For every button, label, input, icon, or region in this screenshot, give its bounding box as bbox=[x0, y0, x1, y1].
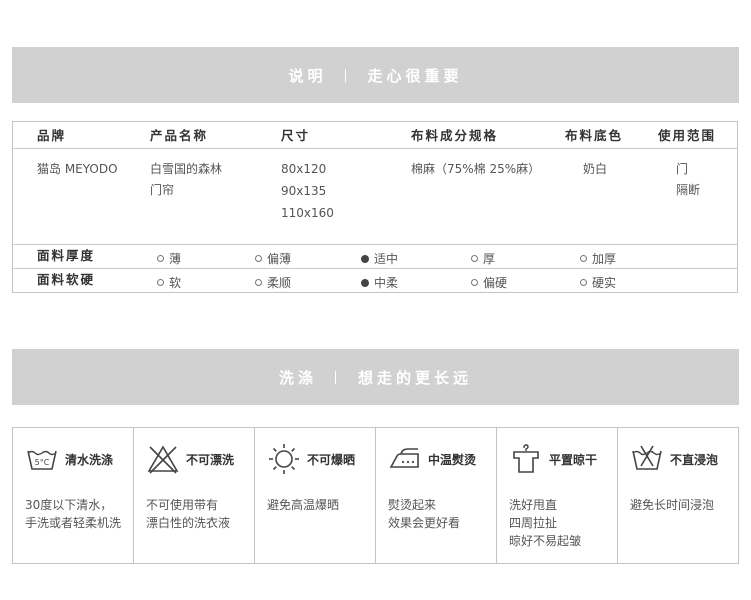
radio-icon bbox=[580, 255, 587, 262]
product-line-2: 门帘 bbox=[150, 183, 175, 197]
header-usage: 使用范围 bbox=[658, 128, 717, 143]
care-desc-line: 避免长时间浸泡 bbox=[630, 498, 715, 512]
wash-30-icon: 5°C bbox=[27, 450, 57, 470]
care-desc-line: 洗好甩直 bbox=[509, 498, 558, 512]
thickness-option[interactable]: 加厚 bbox=[580, 250, 616, 267]
care-title: 不可漂洗 bbox=[186, 452, 235, 467]
softness-option[interactable]: 偏硬 bbox=[471, 274, 507, 291]
care-item: 平置晾干 洗好甩直四周拉扯晾好不易起皱 bbox=[497, 428, 618, 563]
no-sun-icon bbox=[269, 444, 299, 474]
softness-option[interactable]: 中柔 bbox=[361, 274, 398, 291]
care-desc-line: 四周拉扯 bbox=[509, 516, 558, 530]
svg-text:5°C: 5°C bbox=[35, 458, 50, 467]
no-bleach-icon bbox=[147, 445, 179, 474]
thickness-option[interactable]: 厚 bbox=[471, 250, 495, 267]
iron-icon bbox=[389, 448, 419, 468]
care-desc-line: 30度以下清水， bbox=[25, 498, 113, 512]
care-item: 中温熨烫 熨烫起来效果会更好看 bbox=[376, 428, 497, 563]
spec-table: 品牌 产品名称 尺寸 布料成分规格 布料底色 使用范围 猫岛 MEYODO 白雪… bbox=[12, 121, 738, 293]
brand-value: 猫岛 MEYODO bbox=[37, 162, 118, 176]
care-desc-line: 熨烫起来 bbox=[388, 498, 437, 512]
softness-option[interactable]: 硬实 bbox=[580, 274, 616, 291]
no-soak-icon bbox=[632, 445, 662, 470]
header-fabric: 布料成分规格 bbox=[411, 128, 499, 143]
care-item: 不直浸泡 避免长时间浸泡 bbox=[618, 428, 738, 563]
care-desc-line: 漂白性的洗衣液 bbox=[146, 516, 231, 530]
usage-line-2: 隔断 bbox=[676, 183, 701, 197]
banner-divider bbox=[344, 68, 346, 82]
care-title: 中温熨烫 bbox=[428, 452, 477, 467]
care-title: 不直浸泡 bbox=[670, 452, 719, 467]
care-desc-line: 手洗或者轻柔机洗 bbox=[25, 516, 122, 530]
section-banner-washing: 洗涤 想走的更长远 bbox=[12, 349, 739, 405]
product-line-1: 白雪国的森林 bbox=[150, 162, 223, 176]
radio-selected-icon bbox=[361, 278, 369, 287]
color-value: 奶白 bbox=[583, 162, 608, 176]
softness-option[interactable]: 软 bbox=[157, 274, 181, 291]
care-item: 不可爆晒 避免高温爆晒 bbox=[255, 428, 376, 563]
care-desc-line: 晾好不易起皱 bbox=[509, 534, 582, 548]
radio-selected-icon bbox=[361, 254, 369, 263]
radio-icon bbox=[157, 279, 164, 286]
softness-label: 面料软硬 bbox=[37, 272, 96, 287]
care-instructions: 5°C 清水洗涤 30度以下清水， 手洗或者轻柔机洗 不可漂洗 不可使用带有 漂白性… bbox=[12, 427, 739, 564]
care-title: 清水洗涤 bbox=[65, 452, 114, 467]
radio-icon bbox=[471, 255, 478, 262]
section-banner-description: 说明 走心很重要 bbox=[12, 47, 739, 103]
care-title: 平置晾干 bbox=[549, 452, 598, 467]
thickness-option[interactable]: 适中 bbox=[361, 250, 398, 267]
usage-line-1: 门 bbox=[676, 162, 689, 176]
divider bbox=[13, 244, 737, 245]
care-item: 不可漂洗 不可使用带有 漂白性的洗衣液 bbox=[134, 428, 255, 563]
banner-right-text: 想走的更长远 bbox=[358, 368, 473, 387]
fabric-value: 棉麻（75%棉 25%麻） bbox=[411, 162, 541, 176]
radio-icon bbox=[157, 255, 164, 262]
radio-icon bbox=[255, 279, 262, 286]
banner-left-text: 洗涤 bbox=[278, 368, 317, 387]
radio-icon bbox=[471, 279, 478, 286]
care-desc-line: 效果会更好看 bbox=[388, 516, 461, 530]
banner-divider bbox=[335, 370, 336, 384]
thickness-option[interactable]: 偏薄 bbox=[255, 250, 291, 267]
thickness-option[interactable]: 薄 bbox=[157, 250, 181, 267]
banner-right-text: 走心很重要 bbox=[367, 66, 463, 85]
size-2: 90x135 bbox=[281, 184, 327, 198]
thickness-label: 面料厚度 bbox=[37, 248, 96, 263]
care-desc-line: 不可使用带有 bbox=[146, 498, 219, 512]
size-1: 80x120 bbox=[281, 162, 327, 176]
divider bbox=[13, 268, 737, 269]
hang-dry-icon bbox=[513, 444, 539, 473]
divider bbox=[13, 148, 737, 149]
care-title: 不可爆晒 bbox=[307, 452, 356, 467]
header-product-name: 产品名称 bbox=[150, 128, 209, 143]
radio-icon bbox=[255, 255, 262, 262]
softness-option[interactable]: 柔顺 bbox=[255, 274, 291, 291]
banner-left-text: 说明 bbox=[288, 66, 327, 85]
size-3: 110x160 bbox=[281, 206, 334, 220]
care-item: 5°C 清水洗涤 30度以下清水， 手洗或者轻柔机洗 bbox=[13, 428, 134, 563]
header-size: 尺寸 bbox=[281, 128, 311, 143]
radio-icon bbox=[580, 279, 587, 286]
care-desc-line: 避免高温爆晒 bbox=[267, 498, 340, 512]
header-base-color: 布料底色 bbox=[565, 128, 624, 143]
header-brand: 品牌 bbox=[37, 128, 67, 143]
